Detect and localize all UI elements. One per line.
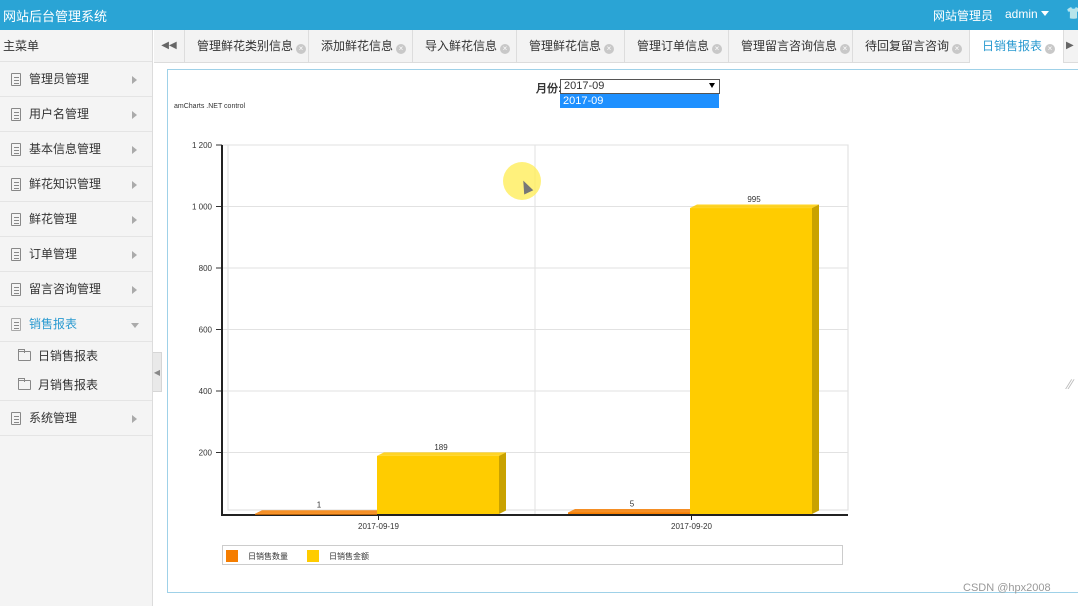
bar-1-0 (377, 455, 499, 514)
bar-top (377, 452, 506, 456)
x-tick-label: 2017-09-19 (358, 522, 399, 531)
data-label: 1 (317, 501, 322, 510)
x-tick-label: 2017-09-20 (671, 522, 712, 531)
chart-legend: 日销售数量 日销售金额 (222, 545, 843, 565)
legend-swatch-quantity (226, 550, 238, 562)
bar-side (499, 452, 506, 514)
data-label: 995 (747, 195, 761, 204)
data-label: 5 (630, 499, 635, 508)
y-tick-label: 1 000 (192, 203, 213, 212)
watermark: CSDN @hpx2008 (963, 582, 1051, 594)
data-label: 189 (434, 443, 448, 452)
legend-swatch-amount (307, 550, 319, 562)
y-tick-label: 600 (199, 326, 213, 335)
y-tick-label: 800 (199, 264, 213, 273)
bar-top (690, 204, 819, 209)
y-tick-label: 1 200 (192, 141, 213, 150)
sales-chart: 200 400 600 800 1 000 1 200 1 189 2017-09-19 5 995… (192, 141, 849, 531)
bar-1-1 (690, 208, 812, 514)
y-tick-label: 400 (199, 387, 213, 396)
resize-handle-icon[interactable]: ∕∕ (1068, 377, 1078, 404)
legend-label-quantity: 日销售数量 (248, 552, 288, 561)
bar-top (255, 510, 384, 514)
y-tick-label: 200 (199, 449, 213, 458)
bar-side (812, 204, 819, 514)
legend-label-amount: 日销售金额 (329, 552, 369, 561)
bar-0-0 (255, 513, 377, 515)
bar-0-1 (568, 512, 690, 514)
bar-top (568, 508, 697, 513)
